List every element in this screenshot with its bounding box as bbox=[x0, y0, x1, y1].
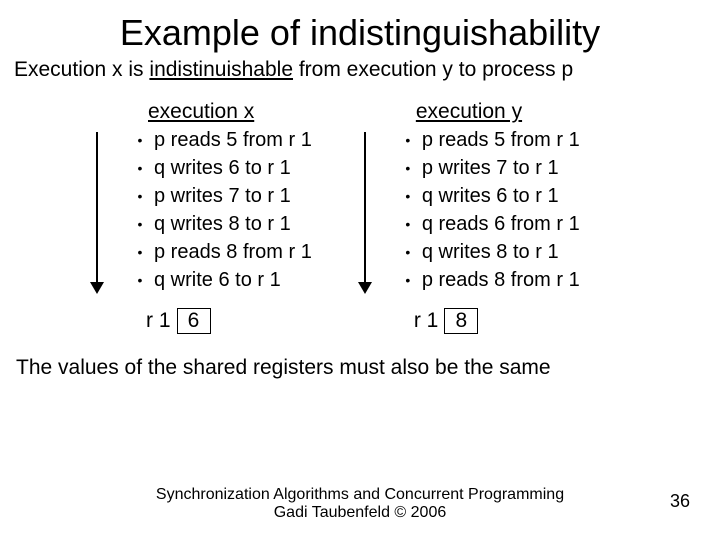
step-text: q writes 6 to r 1 bbox=[154, 154, 291, 182]
register-x-value: 6 bbox=[177, 308, 211, 334]
list-item: •q writes 6 to r 1 bbox=[132, 154, 312, 182]
execution-x-header: execution x bbox=[124, 100, 254, 124]
bullet-icon: • bbox=[400, 182, 422, 210]
subtitle-key-word: indistinuishable bbox=[149, 58, 293, 81]
subtitle-pre: Execution x is bbox=[14, 58, 149, 81]
list-item: •q writes 8 to r 1 bbox=[132, 210, 312, 238]
footer-line-2: Gadi Taubenfeld © 2006 bbox=[0, 504, 720, 522]
bullet-icon: • bbox=[132, 126, 154, 154]
bullet-icon: • bbox=[132, 210, 154, 238]
slide-subtitle: Execution x is indistinuishable from exe… bbox=[14, 58, 706, 82]
bullet-icon: • bbox=[400, 266, 422, 294]
timeline-arrow-icon bbox=[90, 132, 104, 292]
register-y-value: 8 bbox=[444, 308, 478, 334]
step-text: p writes 7 to r 1 bbox=[422, 154, 559, 182]
execution-y-steps: •p reads 5 from r 1 •p writes 7 to r 1 •… bbox=[372, 126, 580, 294]
list-item: •q reads 6 from r 1 bbox=[400, 210, 580, 238]
bullet-icon: • bbox=[400, 210, 422, 238]
list-item: •p reads 8 from r 1 bbox=[132, 238, 312, 266]
timeline-arrow-icon bbox=[358, 132, 372, 292]
register-y-label: r 1 bbox=[414, 309, 439, 333]
step-text: q writes 8 to r 1 bbox=[422, 238, 559, 266]
list-item: •p reads 5 from r 1 bbox=[400, 126, 580, 154]
columns: execution x •p reads 5 from r 1 •q write… bbox=[104, 100, 706, 334]
page-number: 36 bbox=[670, 491, 690, 512]
bullet-icon: • bbox=[400, 154, 422, 182]
step-text: p reads 5 from r 1 bbox=[422, 126, 580, 154]
step-text: p reads 8 from r 1 bbox=[154, 238, 312, 266]
list-item: •q writes 8 to r 1 bbox=[400, 238, 580, 266]
bullet-icon: • bbox=[132, 266, 154, 294]
step-text: q reads 6 from r 1 bbox=[422, 210, 580, 238]
step-text: p reads 5 from r 1 bbox=[154, 126, 312, 154]
step-text: q writes 6 to r 1 bbox=[422, 182, 559, 210]
list-item: •q writes 6 to r 1 bbox=[400, 182, 580, 210]
subtitle-post: from execution y to process p bbox=[293, 58, 573, 81]
bullet-icon: • bbox=[132, 238, 154, 266]
step-text: p reads 8 from r 1 bbox=[422, 266, 580, 294]
list-item: •p reads 8 from r 1 bbox=[400, 266, 580, 294]
list-item: •p writes 7 to r 1 bbox=[132, 182, 312, 210]
execution-y-header: execution y bbox=[392, 100, 522, 124]
bullet-icon: • bbox=[132, 154, 154, 182]
bullet-icon: • bbox=[400, 238, 422, 266]
step-text: q write 6 to r 1 bbox=[154, 266, 281, 294]
step-text: p writes 7 to r 1 bbox=[154, 182, 291, 210]
slide-footer: Synchronization Algorithms and Concurren… bbox=[0, 486, 720, 522]
step-text: q writes 8 to r 1 bbox=[154, 210, 291, 238]
list-item: •q write 6 to r 1 bbox=[132, 266, 312, 294]
execution-x-column: execution x •p reads 5 from r 1 •q write… bbox=[104, 100, 312, 334]
bullet-icon: • bbox=[132, 182, 154, 210]
footer-line-1: Synchronization Algorithms and Concurren… bbox=[0, 486, 720, 504]
execution-x-steps: •p reads 5 from r 1 •q writes 6 to r 1 •… bbox=[104, 126, 312, 294]
register-x: r 1 6 bbox=[146, 308, 211, 334]
execution-y-column: execution y •p reads 5 from r 1 •p write… bbox=[372, 100, 580, 334]
list-item: •p writes 7 to r 1 bbox=[400, 154, 580, 182]
list-item: •p reads 5 from r 1 bbox=[132, 126, 312, 154]
register-x-label: r 1 bbox=[146, 309, 171, 333]
register-y: r 1 8 bbox=[414, 308, 479, 334]
slide-title: Example of indistinguishability bbox=[14, 12, 706, 54]
bullet-icon: • bbox=[400, 126, 422, 154]
slide-note: The values of the shared registers must … bbox=[16, 356, 706, 380]
